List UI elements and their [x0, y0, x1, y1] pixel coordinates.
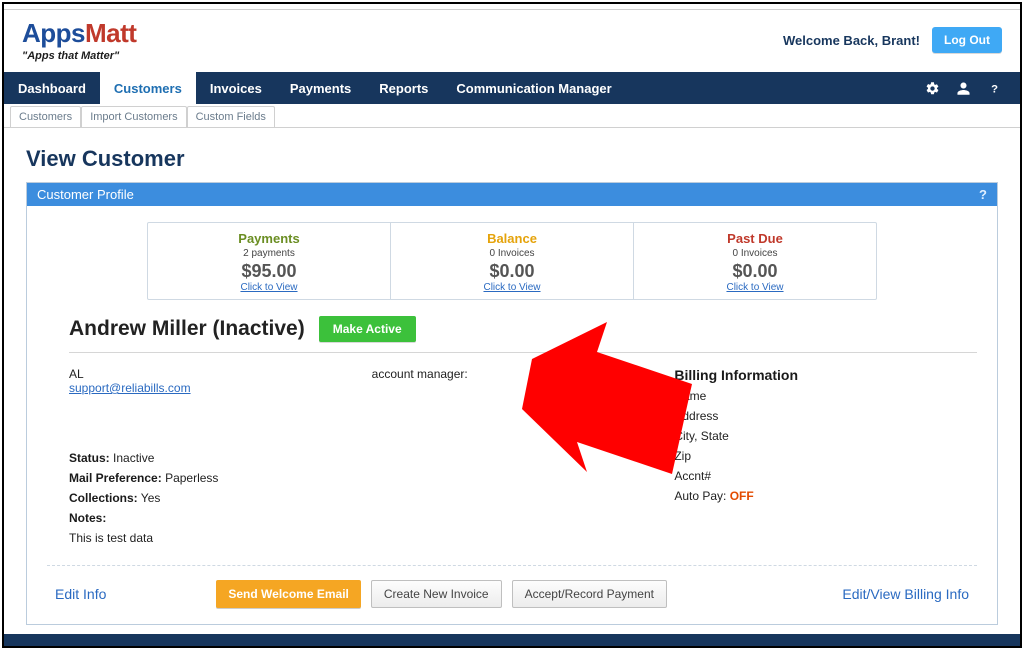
page-content: View Customer Customer Profile ? Payment… — [4, 128, 1020, 625]
primary-nav: Dashboard Customers Invoices Payments Re… — [4, 72, 1020, 104]
metric-pastdue: Past Due 0 Invoices $0.00 Click to View — [634, 223, 876, 299]
gear-icon[interactable] — [925, 81, 940, 96]
autopay-value: OFF — [730, 489, 754, 503]
customer-code: AL — [69, 367, 372, 381]
header-right: Welcome Back, Brant! Log Out — [783, 27, 1002, 53]
logo-tagline: "Apps that Matter" — [22, 50, 136, 62]
info-col-manager: account manager: — [372, 367, 675, 545]
nav-item-payments[interactable]: Payments — [276, 72, 365, 104]
nav-item-invoices[interactable]: Invoices — [196, 72, 276, 104]
panel-footer: Edit Info Send Welcome Email Create New … — [47, 565, 977, 614]
info-col-billing: Billing Information Name Address City, S… — [674, 367, 977, 545]
page-title: View Customer — [26, 146, 998, 172]
user-icon[interactable] — [956, 81, 971, 96]
billing-acct: Accnt# — [674, 469, 977, 483]
panel-title: Customer Profile — [37, 187, 134, 202]
mail-pref-label: Mail Preference: — [69, 471, 162, 485]
customer-profile-panel: Customer Profile ? Payments 2 payments $… — [26, 182, 998, 625]
panel-header: Customer Profile ? — [27, 183, 997, 206]
edit-info-link[interactable]: Edit Info — [55, 586, 106, 602]
customer-info-grid: AL support@reliabills.com Status: Inacti… — [69, 367, 977, 545]
create-invoice-button[interactable]: Create New Invoice — [371, 580, 502, 608]
billing-address: Address — [674, 409, 977, 423]
metric-payments: Payments 2 payments $95.00 Click to View — [148, 223, 391, 299]
logo-text: AppsMatt — [22, 18, 136, 49]
collections-label: Collections: — [69, 491, 138, 505]
metric-pastdue-link[interactable]: Click to View — [640, 282, 870, 293]
mail-pref-value: Paperless — [165, 471, 218, 485]
info-col-contact: AL support@reliabills.com Status: Inacti… — [69, 367, 372, 545]
make-active-button[interactable]: Make Active — [319, 316, 416, 342]
metric-payments-link[interactable]: Click to View — [154, 282, 384, 293]
footer-buttons: Send Welcome Email Create New Invoice Ac… — [216, 580, 667, 608]
nav-item-customers[interactable]: Customers — [100, 72, 196, 104]
metric-pastdue-amount: $0.00 — [640, 261, 870, 282]
bottom-gutter — [4, 634, 1020, 646]
billing-zip: Zip — [674, 449, 977, 463]
billing-city-state: City, State — [674, 429, 977, 443]
nav-item-reports[interactable]: Reports — [365, 72, 442, 104]
panel-body: Payments 2 payments $95.00 Click to View… — [27, 206, 997, 624]
help-icon[interactable]: ? — [987, 81, 1002, 96]
app-window: AppsMatt "Apps that Matter" Welcome Back… — [2, 2, 1022, 648]
metric-balance-link[interactable]: Click to View — [397, 282, 627, 293]
metric-payments-title: Payments — [154, 231, 384, 246]
secondary-nav: Customers Import Customers Custom Fields — [4, 104, 1020, 128]
account-manager-label: account manager: — [372, 367, 675, 381]
logo-part-apps: Apps — [22, 18, 85, 48]
header-bar: AppsMatt "Apps that Matter" Welcome Back… — [4, 10, 1020, 72]
customer-name: Andrew Miller (Inactive) — [69, 317, 305, 341]
nav-right-icons: ? — [925, 81, 1016, 96]
status-label: Status: — [69, 451, 110, 465]
autopay-label: Auto Pay: — [674, 489, 726, 503]
nav-item-communication-manager[interactable]: Communication Manager — [442, 72, 625, 104]
edit-billing-link[interactable]: Edit/View Billing Info — [842, 586, 969, 602]
notes-value: This is test data — [69, 531, 372, 545]
nav-item-dashboard[interactable]: Dashboard — [4, 72, 100, 104]
status-value: Inactive — [113, 451, 154, 465]
accept-payment-button[interactable]: Accept/Record Payment — [512, 580, 667, 608]
collections-value: Yes — [141, 491, 161, 505]
panel-help-icon[interactable]: ? — [979, 187, 987, 202]
customer-email-link[interactable]: support@reliabills.com — [69, 381, 191, 395]
metrics-row: Payments 2 payments $95.00 Click to View… — [147, 222, 877, 300]
notes-label: Notes: — [69, 511, 106, 525]
metric-balance-title: Balance — [397, 231, 627, 246]
logo-part-matt: Matt — [85, 18, 136, 48]
metric-balance: Balance 0 Invoices $0.00 Click to View — [391, 223, 634, 299]
metric-balance-amount: $0.00 — [397, 261, 627, 282]
subnav-customers[interactable]: Customers — [10, 106, 81, 127]
customer-name-row: Andrew Miller (Inactive) Make Active — [69, 316, 977, 353]
logout-button[interactable]: Log Out — [932, 27, 1002, 53]
billing-name: Name — [674, 389, 977, 403]
send-welcome-button[interactable]: Send Welcome Email — [216, 580, 361, 608]
svg-text:?: ? — [991, 83, 998, 95]
metric-pastdue-sub: 0 Invoices — [640, 248, 870, 259]
logo: AppsMatt "Apps that Matter" — [22, 18, 136, 62]
metric-payments-amount: $95.00 — [154, 261, 384, 282]
welcome-text: Welcome Back, Brant! — [783, 33, 920, 48]
subnav-custom-fields[interactable]: Custom Fields — [187, 106, 275, 127]
billing-heading: Billing Information — [674, 367, 977, 383]
metric-pastdue-title: Past Due — [640, 231, 870, 246]
metric-payments-sub: 2 payments — [154, 248, 384, 259]
subnav-import-customers[interactable]: Import Customers — [81, 106, 186, 127]
metric-balance-sub: 0 Invoices — [397, 248, 627, 259]
